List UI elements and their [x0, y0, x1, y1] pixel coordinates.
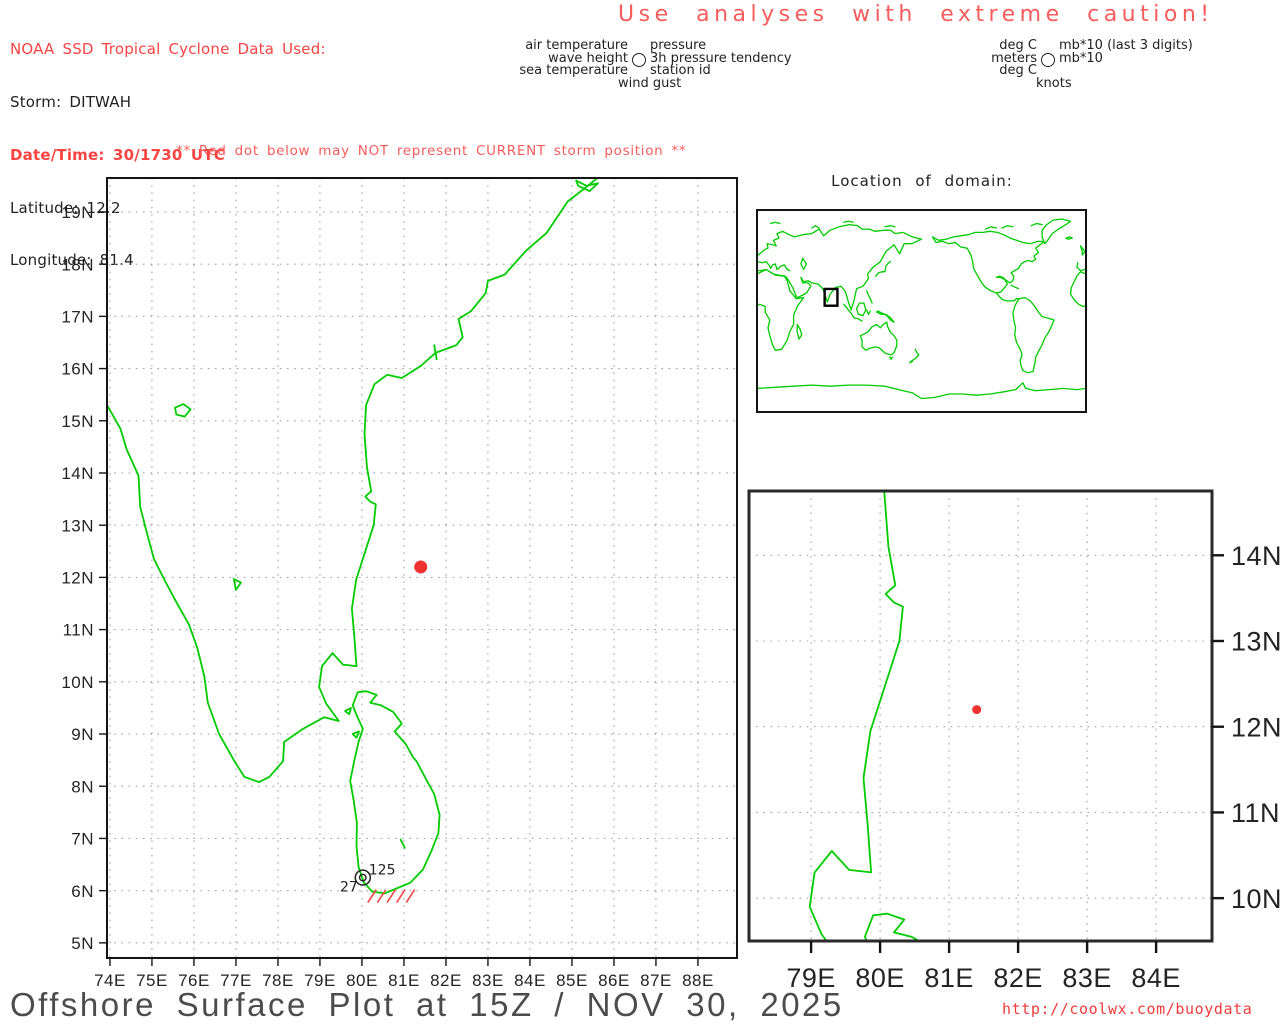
coastline — [175, 404, 191, 417]
coastline — [1042, 219, 1070, 244]
coastline — [986, 227, 997, 229]
coastline — [1071, 272, 1087, 307]
y-tick-label: 17N — [61, 307, 94, 326]
data-source-line: NOAA SSD Tropical Cyclone Data Used: — [10, 41, 326, 59]
station-pressure-value: 125 — [369, 863, 396, 879]
coastline — [801, 258, 807, 269]
coastline — [576, 181, 598, 192]
source-url: http://coolwx.com/buoydata — [1002, 1000, 1252, 1018]
coastline — [812, 226, 819, 228]
buoy-plot-page: NOAA SSD Tropical Cyclone Data Used: Sto… — [0, 0, 1280, 1024]
x-tick-label: 81E — [924, 963, 974, 993]
y-tick-label: 14N — [61, 464, 94, 483]
coastline — [757, 262, 790, 271]
coastline — [910, 349, 919, 362]
y-tick-label: 8N — [71, 777, 94, 796]
main-map-content — [107, 178, 737, 959]
coastline — [885, 226, 895, 227]
coastline — [853, 941, 863, 951]
x-tick-label: 83E — [1062, 963, 1112, 993]
world-map-content — [757, 219, 1086, 399]
storm-position-warning: ** Red dot below may NOT represent CURRE… — [176, 143, 686, 159]
y-tick-label: 10N — [61, 673, 94, 692]
legend-row: deg C — [985, 65, 1193, 78]
coastline — [107, 178, 598, 783]
domain-rectangle — [825, 289, 838, 306]
coastline — [877, 311, 894, 322]
coastline — [797, 325, 802, 340]
world-map-frame — [757, 210, 1086, 412]
coastline — [890, 357, 893, 359]
y-tick-label: 19N — [61, 203, 94, 222]
detail-map-frame — [749, 491, 1212, 941]
x-tick-label: 80E — [855, 963, 905, 993]
y-tick-label: 9N — [71, 725, 94, 744]
y-tick-label: 10N — [1231, 884, 1280, 914]
caution-banner: Use analyses with extreme caution! — [618, 2, 1214, 27]
plot-title: Offshore Surface Plot at 15Z / NOV 30, 2… — [10, 986, 844, 1024]
storm-position-dot — [972, 705, 981, 714]
coastline — [844, 221, 853, 222]
y-tick-label: 11N — [1231, 798, 1280, 828]
y-tick-label: 12N — [61, 569, 94, 588]
coastline — [1031, 224, 1042, 226]
coastline — [771, 222, 780, 223]
coastline — [867, 310, 871, 315]
storm-position-dot — [414, 560, 427, 573]
coastline — [857, 303, 866, 315]
wind-hatch-mark — [377, 890, 386, 903]
storm-name-line: Storm: DITWAH — [10, 94, 326, 112]
wind-hatch-mark — [406, 890, 415, 903]
y-tick-label: 14N — [1231, 541, 1280, 571]
coastline — [1066, 237, 1072, 239]
y-tick-label: 12N — [1231, 712, 1280, 742]
coastline — [345, 708, 351, 714]
coastline — [996, 293, 1019, 301]
coastline — [1232, 75, 1268, 92]
coastline — [1081, 246, 1086, 255]
coastline — [1013, 298, 1054, 373]
wind-hatch-mark — [397, 890, 406, 903]
y-tick-label: 16N — [61, 360, 94, 379]
y-tick-label: 7N — [71, 830, 94, 849]
x-tick-label: 84E — [1131, 963, 1181, 993]
coastline — [757, 270, 804, 351]
y-tick-label: 5N — [71, 934, 94, 953]
x-tick-label: 82E — [993, 963, 1043, 993]
units-legend: deg C mb*10 (last 3 digits) meters mb*10… — [985, 40, 1193, 90]
coastline — [757, 383, 1086, 399]
y-tick-label: 18N — [61, 255, 94, 274]
coastline — [1011, 285, 1018, 288]
coastline — [434, 345, 437, 359]
station-model-legend: air temperature pressure wave height 3h … — [450, 40, 792, 90]
coastline — [757, 225, 922, 256]
coastline — [353, 731, 359, 737]
station-air-temp-value: 27 — [340, 880, 358, 896]
coastline — [933, 231, 1045, 293]
main-surface-map: 74E75E76E77E78E79E80E81E82E83E84E85E86E8… — [55, 170, 825, 1015]
y-tick-label: 13N — [61, 516, 94, 535]
coastline — [867, 291, 872, 303]
world-locator-map — [745, 200, 1097, 422]
legend-sea-temperature: sea temperature — [450, 65, 628, 78]
coastline — [234, 579, 241, 590]
y-tick-label: 15N — [61, 412, 94, 431]
coastline — [1002, 226, 1013, 228]
legend-wind-gust: wind gust — [618, 78, 792, 91]
y-tick-label: 13N — [1231, 627, 1280, 657]
unit-deg-c-sea: deg C — [985, 65, 1037, 78]
detail-zoom-map: 79E80E81E82E83E84E10N11N12N13N14N — [740, 481, 1280, 1021]
y-tick-label: 11N — [63, 621, 94, 640]
coastline — [860, 322, 897, 355]
coastline — [757, 239, 922, 310]
coastline — [1077, 263, 1086, 271]
unit-knots: knots — [1036, 78, 1193, 91]
coastline — [854, 318, 862, 321]
y-tick-label: 6N — [71, 882, 94, 901]
